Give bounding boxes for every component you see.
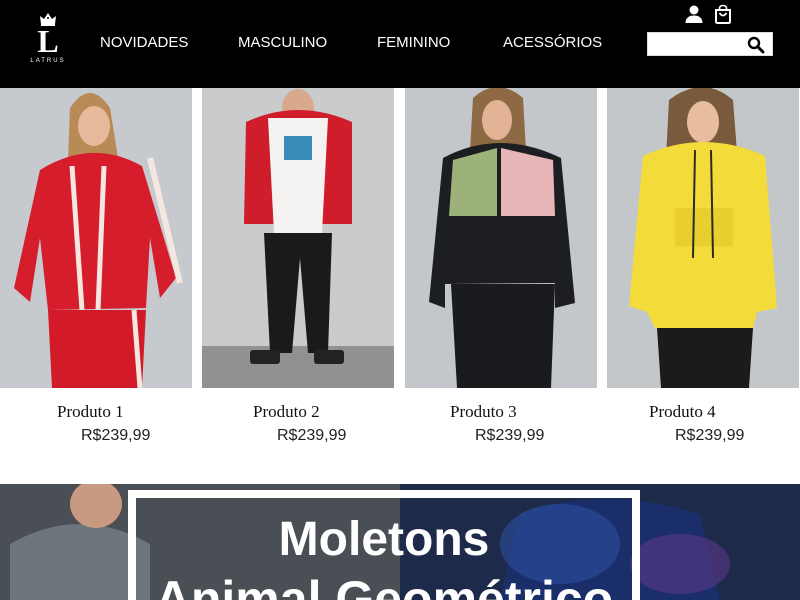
user-icon[interactable] bbox=[684, 4, 704, 24]
product-name[interactable]: Produto 4 bbox=[649, 402, 716, 422]
logo-wordmark: LATRUS bbox=[30, 58, 66, 64]
nav-item-feminino[interactable]: FEMININO bbox=[377, 34, 450, 52]
banner-subtitle: Animal Geométrico bbox=[154, 571, 614, 600]
product-name[interactable]: Produto 3 bbox=[450, 402, 517, 422]
shopping-bag-icon[interactable] bbox=[713, 4, 733, 24]
promo-banner[interactable]: Moletons Animal Geométrico bbox=[0, 484, 800, 600]
search-input[interactable] bbox=[648, 33, 744, 55]
search-icon[interactable] bbox=[745, 35, 767, 55]
nav-item-novidades[interactable]: NOVIDADES bbox=[100, 34, 188, 52]
product-name[interactable]: Produto 1 bbox=[57, 402, 124, 422]
product-name[interactable]: Produto 2 bbox=[253, 402, 320, 422]
product-image[interactable] bbox=[202, 88, 394, 388]
product-image[interactable] bbox=[405, 88, 597, 388]
product-image[interactable] bbox=[0, 88, 192, 388]
site-header: L LATRUS NOVIDADES MASCULINO FEMININO AC… bbox=[0, 0, 800, 88]
product-price: R$239,99 bbox=[675, 427, 745, 444]
nav-item-acessorios[interactable]: ACESSÓRIOS bbox=[503, 34, 602, 52]
product-price: R$239,99 bbox=[81, 427, 151, 444]
product-price: R$239,99 bbox=[475, 427, 545, 444]
brand-logo[interactable]: L LATRUS bbox=[28, 12, 68, 66]
product-image[interactable] bbox=[607, 88, 799, 388]
logo-letter: L bbox=[37, 23, 59, 59]
banner-title: Moletons bbox=[278, 513, 490, 566]
search-box bbox=[647, 32, 773, 56]
nav-item-masculino[interactable]: MASCULINO bbox=[238, 34, 327, 52]
product-price: R$239,99 bbox=[277, 427, 347, 444]
